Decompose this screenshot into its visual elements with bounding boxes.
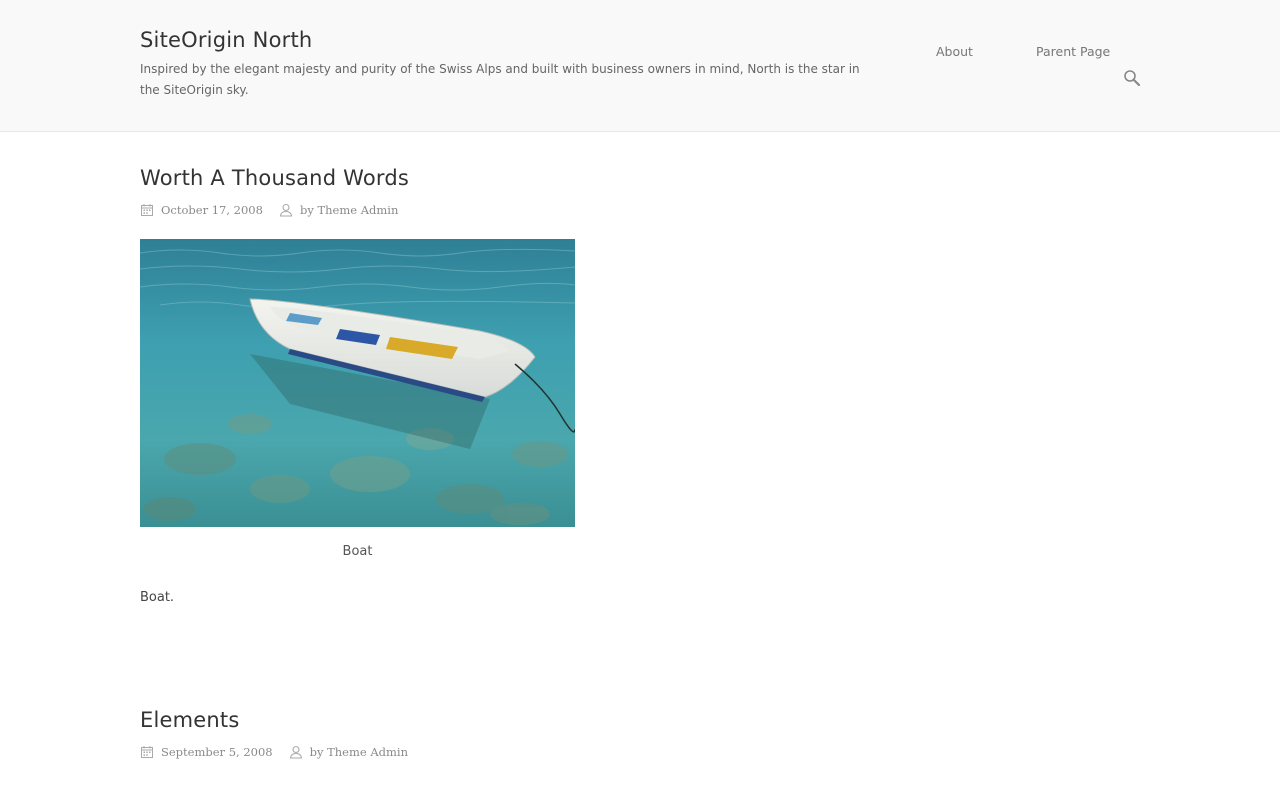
user-icon <box>289 745 303 759</box>
nav-item-about[interactable]: About <box>936 44 973 59</box>
image-caption: Boat <box>342 544 373 559</box>
boat-photo[interactable] <box>140 239 575 527</box>
post-title[interactable]: Elements <box>140 708 408 732</box>
post-figure: Boat <box>140 239 575 559</box>
post-author-link[interactable]: by Theme Admin <box>300 203 398 217</box>
post-date-link[interactable]: October 17, 2008 <box>161 203 263 217</box>
post-meta: September 5, 2008 by Theme Admin <box>140 744 408 760</box>
post-meta: October 17, 2008 by Theme Admin <box>140 202 575 218</box>
post-author-link[interactable]: by Theme Admin <box>310 745 408 759</box>
post-date-link[interactable]: September 5, 2008 <box>161 745 273 759</box>
site-tagline: Inspired by the elegant majesty and puri… <box>140 62 860 97</box>
calendar-icon <box>140 203 154 217</box>
search-icon[interactable] <box>1123 69 1141 87</box>
calendar-icon <box>140 745 154 759</box>
post-article: Elements September 5, 2008 by Theme Admi… <box>140 708 408 760</box>
site-header: SiteOrigin North Inspired by the elegant… <box>0 0 1280 132</box>
user-icon <box>279 203 293 217</box>
post-title[interactable]: Worth A Thousand Words <box>140 166 575 190</box>
nav-item-parent-page[interactable]: Parent Page <box>1036 44 1110 59</box>
site-title[interactable]: SiteOrigin North <box>140 28 312 52</box>
post-article: Worth A Thousand Words October 17, 2008 … <box>140 166 575 605</box>
post-body-text: Boat. <box>140 590 175 605</box>
